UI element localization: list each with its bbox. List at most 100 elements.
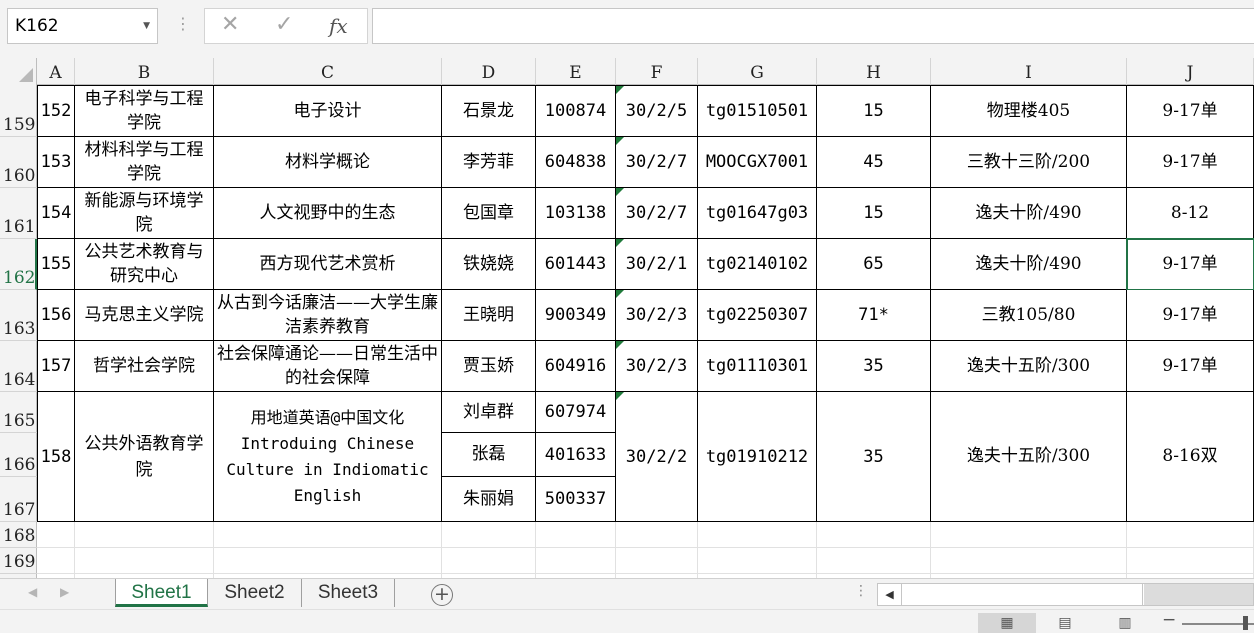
- cell-e164[interactable]: 604916: [536, 341, 616, 392]
- row-header-161[interactable]: 161: [0, 188, 37, 239]
- cell-a163[interactable]: 156: [37, 290, 75, 341]
- cell-j160[interactable]: 9-17单: [1127, 137, 1254, 188]
- name-box[interactable]: K162 ▼: [7, 8, 158, 44]
- cell-h159[interactable]: 15: [817, 85, 931, 137]
- row-header-164[interactable]: 164: [0, 341, 37, 392]
- cancel-icon[interactable]: ✕: [221, 12, 239, 37]
- page-break-preview-icon[interactable]: ▥: [1112, 613, 1138, 633]
- cell-c161[interactable]: 人文视野中的生态: [214, 188, 442, 239]
- row-header-167[interactable]: 167: [0, 477, 37, 522]
- cell-a164[interactable]: 157: [37, 341, 75, 392]
- column-header-a[interactable]: A: [37, 58, 75, 85]
- cell-e159[interactable]: 100874: [536, 85, 616, 137]
- cell-h161[interactable]: 15: [817, 188, 931, 239]
- cell-b164[interactable]: 哲学社会学院: [75, 341, 214, 392]
- cell-g165-merged[interactable]: tg01910212: [698, 392, 817, 522]
- cell-f163[interactable]: 30/2/3: [616, 290, 698, 341]
- zoom-slider-thumb[interactable]: [1243, 616, 1248, 630]
- scroll-left-icon[interactable]: ◀: [28, 585, 37, 599]
- cell-a161[interactable]: 154: [37, 188, 75, 239]
- insert-function-icon[interactable]: fx: [329, 14, 348, 38]
- normal-view-icon[interactable]: ▦: [978, 613, 1036, 633]
- cell-g163[interactable]: tg02250307: [698, 290, 817, 341]
- cell-a165-merged[interactable]: 158: [37, 392, 75, 522]
- column-header-g[interactable]: G: [698, 58, 817, 85]
- cell-j164[interactable]: 9-17单: [1127, 341, 1254, 392]
- column-header-j[interactable]: J: [1127, 58, 1254, 85]
- cell-h160[interactable]: 45: [817, 137, 931, 188]
- cell-d160[interactable]: 李芳菲: [442, 137, 536, 188]
- cell-j162[interactable]: 9-17单: [1126, 238, 1254, 291]
- add-sheet-icon[interactable]: +: [431, 584, 453, 606]
- cell-b160[interactable]: 材料科学与工程学院: [75, 137, 214, 188]
- cell-i165-merged[interactable]: 逸夫十五阶/300: [931, 392, 1127, 522]
- cell-b159[interactable]: 电子科学与工程学院: [75, 85, 214, 137]
- cell-f165-merged[interactable]: 30/2/2: [616, 392, 698, 522]
- column-header-b[interactable]: B: [75, 58, 214, 85]
- cell-a159[interactable]: 152: [37, 85, 75, 137]
- cell-j161[interactable]: 8-12: [1127, 188, 1254, 239]
- cell-e165[interactable]: 607974: [536, 392, 616, 433]
- cell-h164[interactable]: 35: [817, 341, 931, 392]
- cell-c164[interactable]: 社会保障通论——日常生活中的社会保障: [214, 341, 442, 392]
- cell-a160[interactable]: 153: [37, 137, 75, 188]
- cell-b163[interactable]: 马克思主义学院: [75, 290, 214, 341]
- cell-b165-merged[interactable]: 公共外语教育学院: [75, 392, 214, 522]
- row-header-168[interactable]: 168: [0, 522, 37, 548]
- cell-b161[interactable]: 新能源与环境学院: [75, 188, 214, 239]
- cell-d162[interactable]: 铁娆娆: [442, 239, 536, 290]
- column-header-i[interactable]: I: [931, 58, 1127, 85]
- cell-e163[interactable]: 900349: [536, 290, 616, 341]
- cell-d161[interactable]: 包国章: [442, 188, 536, 239]
- enter-icon[interactable]: ✓: [275, 12, 293, 37]
- column-header-d[interactable]: D: [442, 58, 536, 85]
- formula-input[interactable]: [372, 8, 1254, 44]
- cell-i159[interactable]: 物理楼405: [931, 85, 1127, 137]
- cell-e166[interactable]: 401633: [536, 433, 616, 477]
- column-header-e[interactable]: E: [536, 58, 616, 85]
- row-header-163[interactable]: 163: [0, 290, 37, 341]
- cell-i163[interactable]: 三教105/80: [931, 290, 1127, 341]
- cell-c162[interactable]: 西方现代艺术赏析: [214, 239, 442, 290]
- column-header-f[interactable]: F: [616, 58, 698, 85]
- cell-e161[interactable]: 103138: [536, 188, 616, 239]
- cell-c165-merged[interactable]: 用地道英语@中国文化 Introduing Chinese Culture in…: [214, 392, 442, 522]
- cell-d165[interactable]: 刘卓群: [442, 392, 536, 433]
- cell-g161[interactable]: tg01647g03: [698, 188, 817, 239]
- cell-e167[interactable]: 500337: [536, 477, 616, 522]
- cell-f160[interactable]: 30/2/7: [616, 137, 698, 188]
- row-header-159[interactable]: 159: [0, 85, 37, 137]
- cell-j165-merged[interactable]: 8-16双: [1127, 392, 1254, 522]
- horizontal-scrollbar[interactable]: ◀: [877, 583, 1254, 606]
- scroll-right-icon[interactable]: ▶: [60, 585, 69, 599]
- cell-d167[interactable]: 朱丽娟: [442, 477, 536, 522]
- cell-h162[interactable]: 65: [817, 239, 931, 290]
- cell-j159[interactable]: 9-17单: [1127, 85, 1254, 137]
- cell-i164[interactable]: 逸夫十五阶/300: [931, 341, 1127, 392]
- sheet-tab-sheet2[interactable]: Sheet2: [208, 579, 302, 607]
- cell-d163[interactable]: 王晓明: [442, 290, 536, 341]
- cell-c159[interactable]: 电子设计: [214, 85, 442, 137]
- row-header-169[interactable]: 169: [0, 548, 37, 574]
- cell-i161[interactable]: 逸夫十阶/490: [931, 188, 1127, 239]
- cell-area[interactable]: 152 电子科学与工程学院 电子设计 石景龙 100874 30/2/5 tg0151050…: [37, 85, 1254, 578]
- scrollbar-thumb[interactable]: [903, 584, 1143, 605]
- drag-handle-icon[interactable]: ⋮: [854, 583, 868, 599]
- row-header-165[interactable]: 165: [0, 392, 37, 433]
- cell-g159[interactable]: tg01510501: [698, 85, 817, 137]
- row-header-166[interactable]: 166: [0, 433, 37, 477]
- drag-handle-icon[interactable]: ⋮: [175, 14, 191, 33]
- cell-j163[interactable]: 9-17单: [1127, 290, 1254, 341]
- cell-f161[interactable]: 30/2/7: [616, 188, 698, 239]
- page-layout-icon[interactable]: ▤: [1052, 613, 1078, 633]
- row-header-162[interactable]: 162: [0, 239, 37, 290]
- cell-h163[interactable]: 71*: [817, 290, 931, 341]
- cell-f164[interactable]: 30/2/3: [616, 341, 698, 392]
- cell-d166[interactable]: 张磊: [442, 433, 536, 477]
- cell-d164[interactable]: 贾玉娇: [442, 341, 536, 392]
- cell-i160[interactable]: 三教十三阶/200: [931, 137, 1127, 188]
- scroll-left-icon[interactable]: ◀: [878, 584, 902, 605]
- cell-g160[interactable]: MOOCGX7001: [698, 137, 817, 188]
- cell-f162[interactable]: 30/2/1: [616, 239, 698, 290]
- scrollbar-track[interactable]: [1144, 584, 1253, 605]
